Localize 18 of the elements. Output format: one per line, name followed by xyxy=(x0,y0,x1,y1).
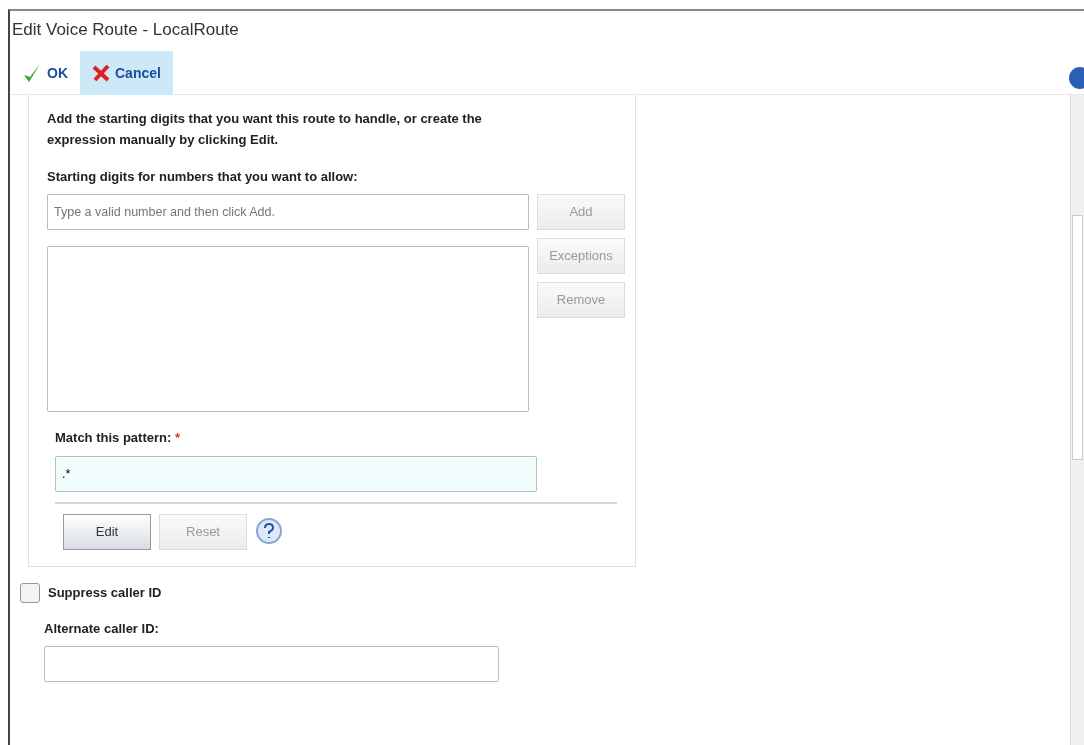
cancel-button[interactable]: Cancel xyxy=(80,51,173,95)
pattern-input-field[interactable]: .* xyxy=(55,455,537,492)
ok-button[interactable]: OK xyxy=(10,51,80,95)
close-icon xyxy=(92,64,110,82)
window-title: Edit Voice Route - LocalRoute xyxy=(11,19,240,41)
field-label: Starting digits for numbers that you want to allow: xyxy=(47,167,359,186)
scrollbar[interactable] xyxy=(1070,95,1084,745)
checkbox-label: Suppress caller ID xyxy=(48,583,162,602)
field-label: Match this pattern: xyxy=(55,430,172,446)
required-mark: * xyxy=(174,430,180,446)
field-label: Alternate caller ID: xyxy=(44,619,160,638)
instructions-text: Add the starting digits that you want this route to handle, or create the expression manually by clicking Edit. xyxy=(47,110,483,149)
info-icon[interactable] xyxy=(1068,65,1084,91)
digits-input-field[interactable]: Type a valid number and then click Add. xyxy=(47,194,529,231)
checkbox[interactable] xyxy=(20,582,40,603)
help-icon[interactable] xyxy=(255,516,283,547)
alternate-caller-id-field[interactable] xyxy=(44,646,499,683)
action-button[interactable]: Edit xyxy=(63,513,151,550)
